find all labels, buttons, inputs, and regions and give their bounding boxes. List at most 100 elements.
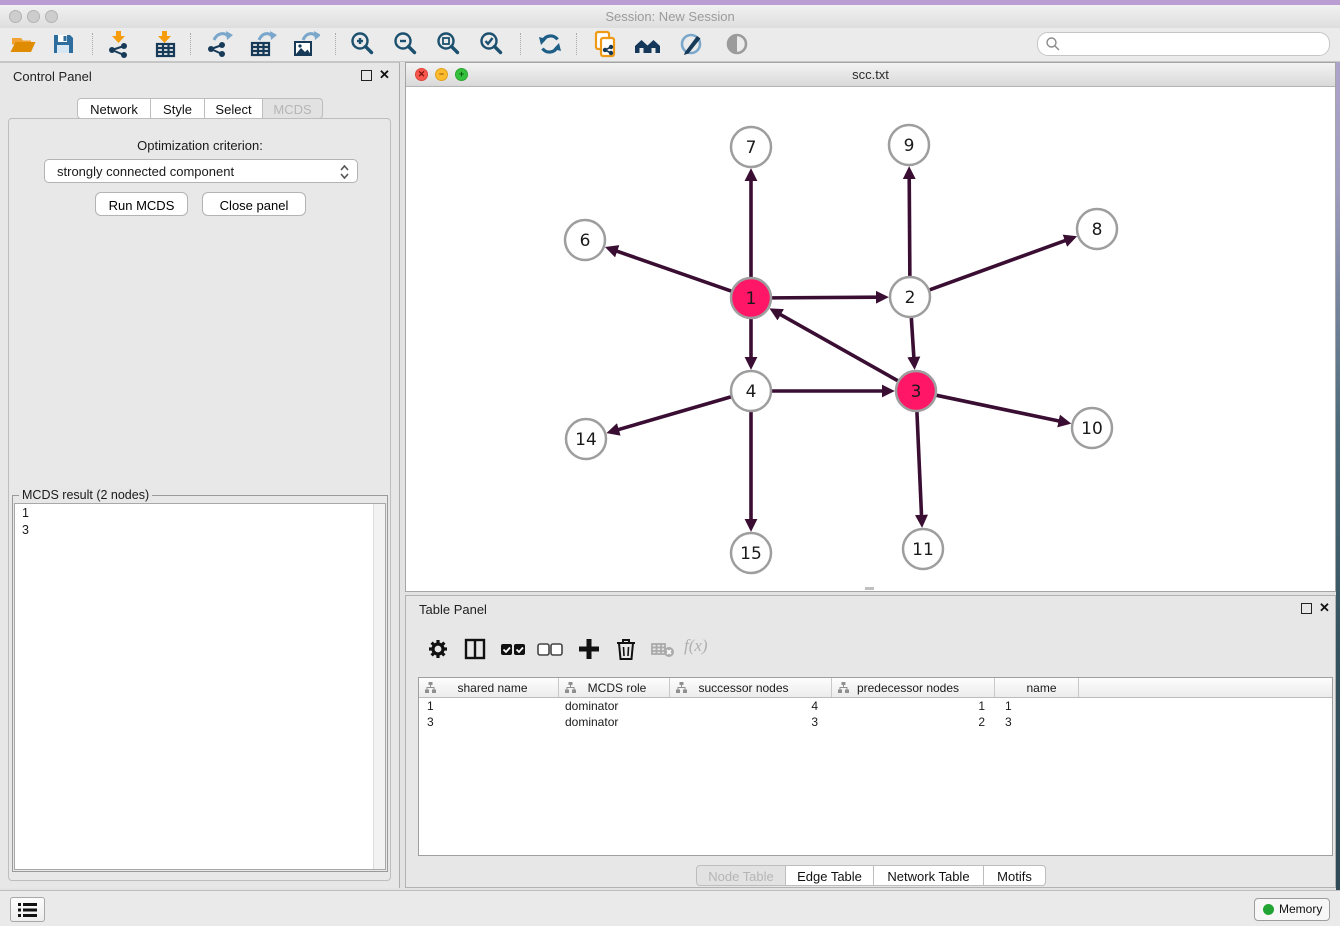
network-resize-grip[interactable] [865,587,874,590]
mcds-result-groupbox: MCDS result (2 nodes) 1 3 [12,495,388,872]
close-panel-icon[interactable]: ✕ [379,67,390,82]
task-history-button[interactable] [10,897,45,922]
cell-successor-nodes: 4 [670,698,832,714]
table-row[interactable]: 3 dominator 3 2 3 [419,714,1332,730]
network-view-window: ✕ − + scc.txt 7968124314101511 [405,62,1336,592]
deselect-all-checkboxes-icon[interactable] [535,634,565,664]
float-panel-icon[interactable] [361,70,372,81]
show-hide-panel-icon[interactable] [722,29,752,59]
graph-edge-3-1[interactable] [779,314,898,381]
column-type-icon [425,682,436,693]
search-input[interactable] [1064,34,1323,54]
graph-edge-1-2[interactable] [772,297,878,298]
zoom-in-icon[interactable] [348,29,378,59]
graph-node-label: 15 [740,544,762,564]
result-scrollbar[interactable] [373,504,385,869]
search-box[interactable] [1037,32,1330,56]
optimization-criterion-dropdown[interactable]: strongly connected component [44,159,358,183]
cell-predecessor-nodes: 1 [832,698,995,714]
cell-shared-name: 3 [419,714,559,730]
cell-name: 3 [995,714,1079,730]
mcds-result-title: MCDS result (2 nodes) [19,488,152,502]
table-panel: Table Panel ✕ [405,595,1336,888]
tab-network-table[interactable]: Network Table [874,865,984,886]
table-panel-tabs: Node Table Edge Table Network Table Moti… [696,865,1046,886]
graph-node-label: 3 [911,382,922,402]
tab-motifs[interactable]: Motifs [984,865,1046,886]
table-settings-icon[interactable] [423,634,453,664]
graph-edge-2-3[interactable] [911,318,914,359]
node-table: shared name MCDS role [418,677,1333,856]
table-row[interactable]: 1 dominator 4 1 1 [419,698,1332,714]
graph-node-label: 9 [904,136,915,156]
graph-node-label: 11 [912,540,934,560]
task-list-icon [18,903,37,917]
graph-node-label: 7 [746,138,757,158]
tab-mcds[interactable]: MCDS [263,98,323,119]
save-session-icon[interactable] [48,29,78,59]
graph-edge-2-8[interactable] [930,240,1067,290]
apply-style-icon[interactable] [677,29,707,59]
column-header-successor-nodes[interactable]: successor nodes [670,678,832,697]
function-builder-icon: f(x) [684,636,720,656]
network-window-titlebar: ✕ − + scc.txt [406,63,1335,87]
graph-edge-2-9[interactable] [909,177,910,276]
status-bar: Memory [0,890,1340,926]
graph-node-label: 2 [905,288,916,308]
graph-edge-3-10[interactable] [937,395,1061,421]
column-header-name[interactable]: name [995,678,1079,697]
import-network-icon[interactable] [104,29,134,59]
tab-style[interactable]: Style [151,98,205,119]
memory-button[interactable]: Memory [1254,898,1330,921]
tab-edge-table[interactable]: Edge Table [786,865,874,886]
select-all-checkboxes-icon[interactable] [498,634,528,664]
open-session-icon[interactable] [8,29,38,59]
tab-node-table[interactable]: Node Table [696,865,786,886]
network-graph[interactable]: 7968124314101511 [406,87,1335,591]
cell-shared-name: 1 [419,698,559,714]
graph-edge-1-6[interactable] [615,251,731,292]
home-view-icon[interactable] [633,29,663,59]
graph-node-label: 6 [580,231,591,251]
delete-columns-icon[interactable] [611,634,641,664]
optimization-criterion-label: Optimization criterion: [0,138,400,153]
control-panel: Control Panel ✕ Network Style Select MCD… [0,62,400,888]
float-panel-icon[interactable] [1301,603,1312,614]
mcds-result-item: 3 [15,521,385,538]
toolbar-separator [335,33,336,55]
run-mcds-button[interactable]: Run MCDS [95,192,188,216]
control-panel-title: Control Panel [13,69,92,84]
toolbar-separator [576,33,577,55]
import-table-icon[interactable] [150,29,180,59]
cell-predecessor-nodes: 2 [832,714,995,730]
graph-edge-3-11[interactable] [917,412,922,517]
tab-network[interactable]: Network [77,98,151,119]
column-type-icon [565,682,576,693]
column-header-shared-name[interactable]: shared name [419,678,559,697]
mcds-result-list[interactable]: 1 3 [14,503,386,870]
refresh-layout-icon[interactable] [535,29,565,59]
close-panel-icon[interactable]: ✕ [1319,600,1330,615]
add-column-icon[interactable] [574,634,604,664]
graph-edge-4-14[interactable] [617,397,731,430]
mcds-result-item: 1 [15,504,385,521]
zoom-selected-icon[interactable] [477,29,507,59]
zoom-out-icon[interactable] [391,29,421,59]
graph-node-label: 1 [746,289,757,309]
copy-network-icon[interactable] [590,29,620,59]
zoom-fit-icon[interactable] [434,29,464,59]
control-panel-tabs: Network Style Select MCDS [77,98,323,119]
export-table-icon[interactable] [247,29,277,59]
export-network-icon[interactable] [204,29,234,59]
column-header-mcds-role[interactable]: MCDS role [559,678,670,697]
column-header-predecessor-nodes[interactable]: predecessor nodes [832,678,995,697]
delete-table-icon [648,634,678,664]
close-panel-button[interactable]: Close panel [202,192,306,216]
tab-select[interactable]: Select [205,98,263,119]
show-columns-icon[interactable] [460,634,490,664]
toolbar-separator [520,33,521,55]
table-panel-header: Table Panel ✕ [406,596,1335,622]
node-table-header: shared name MCDS role [419,678,1332,698]
toolbar-separator [190,33,191,55]
export-image-icon[interactable] [290,29,320,59]
